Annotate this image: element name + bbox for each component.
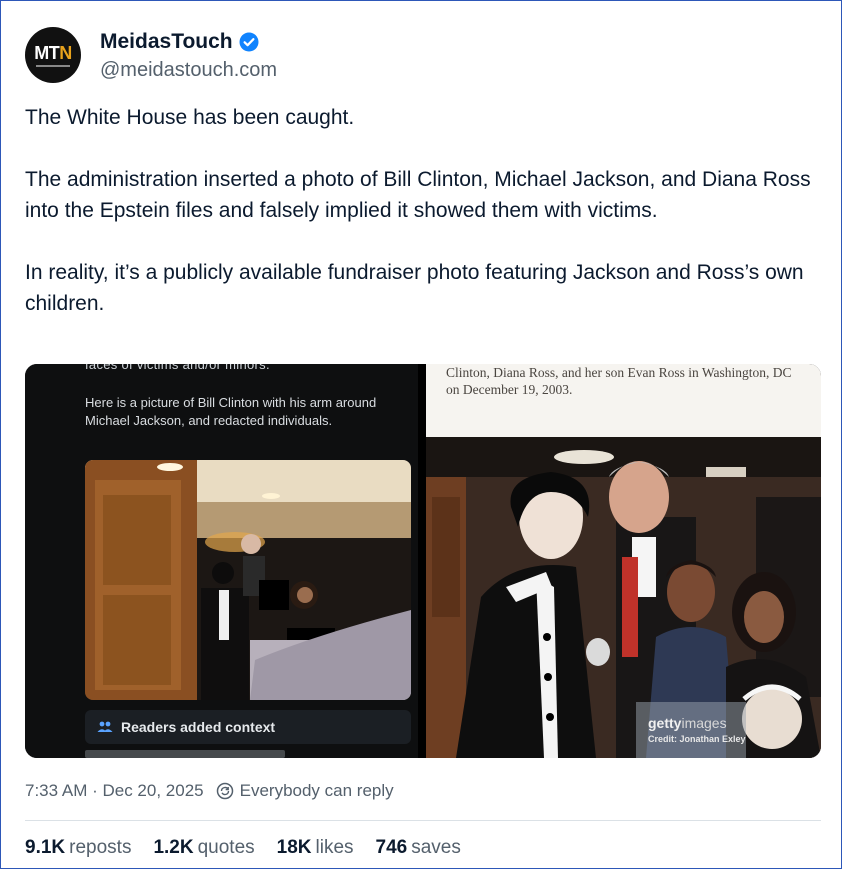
- stat-value: 9.1K: [25, 837, 66, 858]
- reply-setting-text: Everybody can reply: [239, 781, 394, 800]
- getty-watermark: gettyimages: [648, 715, 727, 731]
- getty-credit: Credit: Jonathan Exley: [648, 734, 746, 744]
- post-card: MTN MeidasTouch @meidastouch.com The Whi…: [0, 0, 842, 869]
- stat-label: quotes: [197, 837, 255, 858]
- stat-label: saves: [411, 837, 461, 858]
- post-paragraph: In reality, it’s a publicly available fu…: [25, 261, 804, 315]
- avatar-logo-text: MTN: [34, 42, 72, 63]
- left-image-caption: Here is a picture of Bill Clinton with h…: [85, 395, 377, 428]
- media-image-left[interactable]: faces of victims and/or minors. Here is …: [25, 364, 418, 758]
- readers-context-bar[interactable]: Readers added context: [85, 710, 411, 744]
- right-image-photo: gettyimages Credit: Jonathan Exley: [426, 437, 821, 758]
- getty-brand: getty: [648, 715, 682, 731]
- cut-off-text: faces of victims and/or minors.: [85, 364, 270, 372]
- post-meta-row: 7:33 AM · Dec 20, 2025 Everybody can rep…: [25, 781, 394, 801]
- author-name-row: MeidasTouch: [100, 29, 259, 55]
- author-handle[interactable]: @meidastouch.com: [100, 59, 277, 82]
- stat-label: reposts: [69, 837, 132, 858]
- readers-context-label: Readers added context: [121, 719, 276, 735]
- verified-check-icon: [239, 32, 259, 52]
- post-paragraph: The administration inserted a photo of B…: [25, 168, 811, 222]
- left-photo-drawing: [85, 460, 411, 700]
- post-text: The White House has been caught. The adm…: [25, 102, 825, 319]
- right-photo-drawing: [426, 437, 821, 758]
- stat-value: 18K: [276, 837, 312, 858]
- stat-value: 746: [375, 837, 408, 858]
- stat-saves[interactable]: 746 saves: [376, 837, 461, 859]
- media-grid: faces of victims and/or minors. Here is …: [25, 364, 821, 758]
- media-image-right[interactable]: Clinton, Diana Ross, and her son Evan Ro…: [426, 364, 821, 758]
- stat-quotes[interactable]: 1.2K quotes: [153, 837, 254, 859]
- people-icon: [97, 721, 113, 732]
- cut-off-text-line: [85, 750, 285, 758]
- right-image-caption: Clinton, Diana Ross, and her son Evan Ro…: [446, 365, 792, 397]
- stat-label: likes: [315, 837, 354, 858]
- avatar-logo-bar: [36, 64, 70, 67]
- author-display-name[interactable]: MeidasTouch: [100, 30, 233, 54]
- stat-reposts[interactable]: 9.1K reposts: [25, 837, 131, 859]
- stats-divider: [25, 820, 821, 821]
- post-timestamp[interactable]: 7:33 AM · Dec 20, 2025: [25, 781, 204, 801]
- stat-likes[interactable]: 18K likes: [277, 837, 354, 859]
- avatar[interactable]: MTN: [25, 27, 81, 83]
- getty-suffix: images: [681, 715, 727, 731]
- post-paragraph: The White House has been caught.: [25, 106, 355, 129]
- left-image-photo: [85, 460, 411, 700]
- reply-settings-icon: [216, 782, 233, 800]
- stat-value: 1.2K: [153, 837, 194, 858]
- stats-row: 9.1K reposts 1.2K quotes 18K likes 746 saves: [25, 837, 483, 859]
